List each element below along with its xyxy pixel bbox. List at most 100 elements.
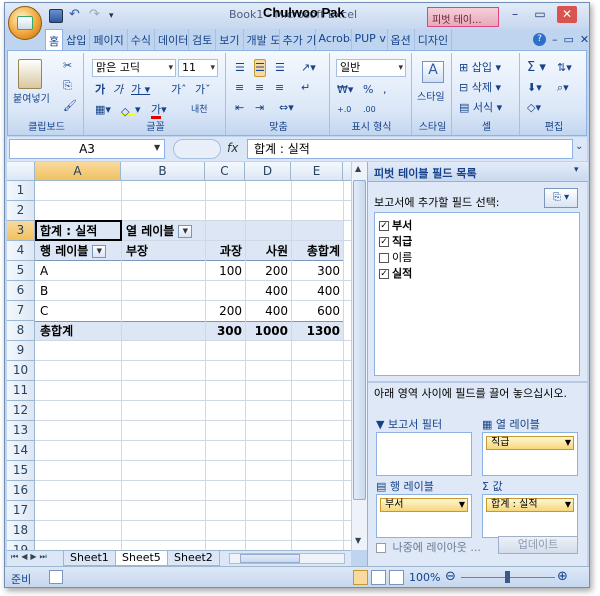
- values-area[interactable]: 합계 : 실적 ▼: [482, 494, 578, 538]
- zoom-out-icon[interactable]: ⊖: [445, 569, 456, 584]
- pivot-value-cell[interactable]: 600: [291, 301, 343, 321]
- column-labels-area[interactable]: 직급 ▼: [482, 432, 578, 476]
- row-header[interactable]: 15: [7, 461, 35, 481]
- defer-update-option[interactable]: 나중에 레이아웃 ...: [376, 539, 481, 555]
- checkbox-unchecked-icon[interactable]: [379, 253, 389, 263]
- pivot-value-label[interactable]: 합계 : 실적: [37, 221, 100, 241]
- increase-indent-icon[interactable]: ⇥: [254, 99, 265, 117]
- field-item-performance[interactable]: ✓ 실적: [379, 265, 412, 281]
- find-icon[interactable]: ⌕▾: [556, 79, 570, 97]
- styles-icon[interactable]: A: [422, 61, 444, 83]
- row-header[interactable]: 6: [7, 281, 35, 301]
- number-format-combo[interactable]: 일반 ▾: [336, 59, 406, 77]
- pivot-row-label[interactable]: A: [37, 261, 51, 281]
- tab-design[interactable]: 디자인: [415, 29, 453, 50]
- decrease-indent-icon[interactable]: ⇤: [234, 99, 245, 117]
- comma-icon[interactable]: ,: [382, 81, 388, 99]
- column-header-f[interactable]: [343, 162, 351, 181]
- row-header[interactable]: 12: [7, 401, 35, 421]
- currency-icon[interactable]: ₩▾: [336, 81, 354, 99]
- zoom-slider-thumb[interactable]: [505, 571, 510, 583]
- sheet-tab[interactable]: Sheet1: [63, 551, 116, 566]
- vertical-scrollbar[interactable]: ▲ ▼: [351, 162, 367, 550]
- delete-cells-button[interactable]: ⊟ 삭제 ▾: [458, 79, 502, 97]
- row-header[interactable]: 5: [7, 261, 35, 281]
- zoom-in-icon[interactable]: ⊕: [557, 569, 568, 584]
- pivot-col-header[interactable]: 총합계: [291, 241, 343, 261]
- tab-data[interactable]: 데이터: [155, 29, 189, 50]
- page-break-view-icon[interactable]: [389, 570, 404, 585]
- chevron-down-icon[interactable]: ▼: [565, 437, 571, 449]
- phonetic-button[interactable]: 내천: [190, 101, 209, 119]
- tab-addins[interactable]: 추가 기: [280, 29, 316, 50]
- row-header[interactable]: 2: [7, 201, 35, 221]
- checkbox-unchecked-icon[interactable]: [376, 543, 386, 553]
- pivot-context-tab[interactable]: 피벗 테이...: [427, 7, 499, 27]
- row-header[interactable]: 3: [7, 221, 35, 241]
- merge-center-icon[interactable]: ⇔▾: [278, 99, 295, 117]
- paste-button[interactable]: 붙여넣기: [12, 91, 51, 109]
- border-button[interactable]: ▦▾: [94, 101, 112, 119]
- name-box-dropdown-icon[interactable]: ▼: [154, 143, 160, 152]
- column-header-c[interactable]: C: [205, 162, 245, 181]
- fill-icon[interactable]: ⬇▾: [526, 79, 543, 97]
- scroll-up-icon[interactable]: ▲: [355, 164, 361, 173]
- decrease-decimal-icon[interactable]: .00: [362, 101, 377, 119]
- maximize-icon[interactable]: ▭: [530, 6, 550, 23]
- pivot-value-cell[interactable]: 400: [245, 281, 291, 301]
- font-name-combo[interactable]: 맑은 고딕 ▾: [92, 59, 176, 77]
- tab-acrobat[interactable]: Acrobat: [316, 29, 352, 50]
- pivot-row-label[interactable]: C: [37, 301, 51, 321]
- checkbox-checked-icon[interactable]: ✓: [379, 237, 389, 247]
- scroll-down-icon[interactable]: ▼: [355, 536, 361, 545]
- pivot-row-labels[interactable]: 행 레이블 ▼: [37, 241, 109, 261]
- close-icon[interactable]: ✕: [557, 6, 577, 23]
- minimize-icon[interactable]: –: [505, 6, 525, 23]
- normal-view-icon[interactable]: [353, 570, 368, 585]
- column-header-b[interactable]: B: [121, 162, 205, 181]
- update-button[interactable]: 업데이트: [498, 536, 578, 554]
- paste-icon[interactable]: [18, 59, 42, 89]
- sheet-tab-active[interactable]: Sheet5: [115, 551, 168, 566]
- wrap-text-icon[interactable]: ↵: [300, 79, 311, 97]
- chevron-down-icon[interactable]: ▼: [459, 499, 465, 511]
- row-header[interactable]: 10: [7, 361, 35, 381]
- row-header[interactable]: 18: [7, 521, 35, 541]
- customize-qat-icon[interactable]: ▾: [109, 9, 123, 23]
- row-header[interactable]: 13: [7, 421, 35, 441]
- styles-button[interactable]: 스타일: [416, 89, 446, 107]
- redo-icon[interactable]: ↷: [89, 8, 103, 23]
- row-labels-area[interactable]: 부서 ▼: [376, 494, 472, 538]
- column-filter-dropdown-icon[interactable]: ▼: [178, 225, 193, 238]
- expand-formula-bar-icon[interactable]: ⌄: [575, 141, 583, 152]
- ribbon-close-icon[interactable]: ✕: [580, 33, 589, 46]
- align-top-icon[interactable]: ☰: [234, 59, 246, 77]
- zoom-level[interactable]: 100%: [409, 571, 440, 584]
- pivot-value-cell[interactable]: 400: [291, 281, 343, 301]
- pivot-grand-total-label[interactable]: 총합계: [37, 321, 76, 341]
- page-layout-view-icon[interactable]: [371, 570, 386, 585]
- row-header[interactable]: 8: [7, 321, 35, 341]
- column-header-e[interactable]: E: [291, 162, 343, 181]
- format-painter-icon[interactable]: 🖌: [62, 97, 78, 115]
- sort-filter-icon[interactable]: ⇅▾: [556, 59, 573, 77]
- row-header[interactable]: 1: [7, 181, 35, 201]
- horizontal-scrollbar[interactable]: [229, 553, 345, 564]
- sheet-tab[interactable]: Sheet2: [167, 551, 220, 566]
- pane-splitter[interactable]: [368, 381, 588, 383]
- save-icon[interactable]: [49, 9, 63, 23]
- percent-icon[interactable]: %: [362, 81, 374, 99]
- report-filter-area[interactable]: [376, 432, 472, 476]
- pivot-grand-total-cell[interactable]: 1000: [245, 321, 291, 341]
- align-middle-icon[interactable]: ☰: [254, 59, 266, 77]
- field-item-name[interactable]: 이름: [379, 249, 412, 265]
- pivot-value-cell[interactable]: 200: [245, 261, 291, 281]
- align-bottom-icon[interactable]: ☰: [274, 59, 286, 77]
- field-layout-button[interactable]: ⎘ ▾: [544, 188, 578, 208]
- row-header[interactable]: 19: [7, 541, 35, 550]
- macro-record-icon[interactable]: [49, 570, 63, 584]
- fill-color-button[interactable]: ◇ ▾: [120, 101, 142, 119]
- cut-icon[interactable]: ✂: [62, 57, 73, 75]
- row-header[interactable]: 14: [7, 441, 35, 461]
- tab-developer[interactable]: 개발 도: [244, 29, 280, 50]
